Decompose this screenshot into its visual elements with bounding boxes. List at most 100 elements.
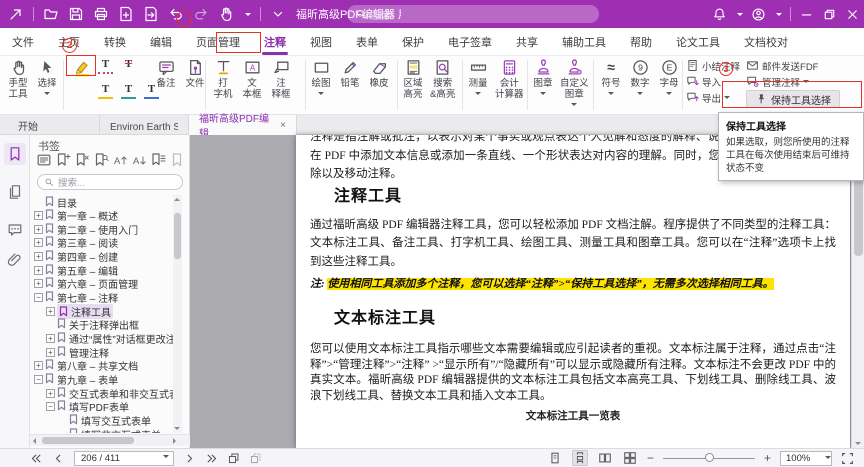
- email-fdf[interactable]: 邮件发送FDF: [746, 58, 840, 73]
- locate-bookmark-icon[interactable]: [93, 152, 109, 168]
- bookmark-item[interactable]: 填写非交互式表单: [58, 427, 161, 433]
- pages-panel-icon[interactable]: [4, 181, 26, 203]
- new-tab-icon[interactable]: [227, 452, 240, 465]
- expand-icon[interactable]: +: [34, 252, 43, 261]
- demote-bookmark-icon[interactable]: A: [131, 152, 147, 168]
- stamp-tool[interactable]: 图章: [529, 56, 557, 101]
- chevron-down-icon[interactable]: [666, 92, 672, 98]
- collapse-icon[interactable]: −: [34, 375, 43, 384]
- zoom-in-icon[interactable]: +: [764, 452, 771, 464]
- bookmark-item[interactable]: +第八章 – 共享文档: [34, 359, 138, 373]
- bookmark-item[interactable]: 目录: [34, 195, 77, 209]
- bookmark-item[interactable]: +第六章 – 页面管理: [34, 277, 138, 291]
- custom-stamp-tool[interactable]: 自定义图章: [558, 56, 591, 112]
- select-tool[interactable]: 选择: [33, 56, 61, 101]
- account-icon[interactable]: [751, 7, 766, 22]
- bookmark-item[interactable]: +管理注释: [46, 345, 109, 359]
- bookmarks-panel-icon[interactable]: [4, 143, 26, 165]
- delete-bookmark-icon[interactable]: [74, 152, 90, 168]
- textbox-tool[interactable]: A文本框: [238, 56, 266, 100]
- next-page-icon[interactable]: [183, 452, 196, 465]
- file-attachment-tool[interactable]: 文件: [181, 56, 209, 89]
- measure-tool[interactable]: 测量: [464, 56, 492, 101]
- squiggly-underline-tool[interactable]: T: [98, 58, 113, 74]
- snapshot-icon[interactable]: [249, 452, 262, 465]
- bookmark-item[interactable]: +第五章 – 编辑: [34, 263, 118, 277]
- bookmark-scrollbar-vertical[interactable]: [173, 195, 182, 433]
- chevron-down-icon[interactable]: [540, 92, 546, 98]
- callout-tool[interactable]: 注释框: [267, 56, 295, 100]
- chevron-down-icon[interactable]: [44, 92, 50, 98]
- first-page-icon[interactable]: [30, 452, 43, 465]
- typewriter-tool[interactable]: 打字机: [209, 56, 237, 100]
- chevron-down-icon[interactable]: [737, 13, 743, 19]
- collapse-icon[interactable]: −: [46, 402, 55, 411]
- attachments-panel-icon[interactable]: [4, 249, 26, 271]
- notifications-icon[interactable]: [712, 7, 727, 22]
- zoom-level-select[interactable]: 100%: [780, 451, 832, 466]
- expand-icon[interactable]: +: [46, 334, 55, 343]
- continuous-facing-view-icon[interactable]: [622, 450, 638, 466]
- toolbar-expand-icon[interactable]: [270, 6, 286, 22]
- redo-icon[interactable]: [193, 6, 209, 22]
- accounting-calculator-tool[interactable]: 会计计算器: [493, 56, 526, 100]
- active-tool-icon[interactable]: [218, 6, 234, 22]
- underline-tool[interactable]: T: [98, 83, 113, 99]
- bookmark-item[interactable]: +第一章 – 概述: [34, 209, 118, 223]
- facing-view-icon[interactable]: [597, 450, 613, 466]
- bookmark-search-input[interactable]: 搜索...: [37, 174, 183, 190]
- bookmark-item[interactable]: −第九章 – 表单: [34, 372, 118, 386]
- eraser-tool[interactable]: 橡皮: [365, 56, 393, 89]
- tab-form[interactable]: 表单: [344, 28, 390, 56]
- close-button[interactable]: [845, 7, 860, 22]
- expand-icon[interactable]: +: [34, 238, 43, 247]
- comments-panel-icon[interactable]: [4, 219, 26, 241]
- expand-icon[interactable]: +: [34, 225, 43, 234]
- previous-page-icon[interactable]: [52, 452, 65, 465]
- panel-menu-icon[interactable]: [36, 152, 52, 168]
- tab-accessibility[interactable]: 辅助工具: [550, 28, 618, 56]
- bookmark-item[interactable]: +第四章 – 创建: [34, 250, 118, 264]
- foxit-logo-icon[interactable]: [8, 6, 24, 22]
- tab-share[interactable]: 共享: [504, 28, 550, 56]
- bookmark-item[interactable]: 关于注释弹出框: [46, 318, 139, 332]
- chevron-down-icon[interactable]: [318, 92, 324, 98]
- expand-icon[interactable]: +: [34, 211, 43, 220]
- document-tab-active[interactable]: 福昕高级PDF编辑...×: [189, 115, 297, 135]
- area-highlight-tool[interactable]: 区域高亮: [399, 56, 427, 100]
- bookmark-item[interactable]: +第二章 – 使用入门: [34, 222, 138, 236]
- chevron-down-icon[interactable]: [245, 13, 251, 19]
- chevron-down-icon[interactable]: [776, 13, 782, 19]
- create-pdf-icon[interactable]: [143, 6, 159, 22]
- letter-tool[interactable]: E字母: [655, 56, 683, 101]
- page-number-input[interactable]: 206 / 411: [74, 451, 174, 466]
- minimize-button[interactable]: [799, 7, 814, 22]
- zoom-slider[interactable]: [663, 451, 755, 465]
- bookmark-item[interactable]: +注释工具: [46, 304, 113, 318]
- fullscreen-icon[interactable]: [841, 452, 854, 465]
- last-page-icon[interactable]: [205, 452, 218, 465]
- hand-tool[interactable]: 手型工具: [4, 56, 32, 100]
- bookmark-plain-icon[interactable]: [169, 152, 185, 168]
- expand-icon[interactable]: +: [46, 307, 55, 316]
- open-file-icon[interactable]: [43, 6, 59, 22]
- chevron-down-icon[interactable]: [475, 92, 481, 98]
- chevron-down-icon[interactable]: [571, 103, 577, 109]
- drawing-tool[interactable]: 绘图: [307, 56, 335, 101]
- titlebar-search-input[interactable]: 搜索: [347, 5, 599, 23]
- tab-protect[interactable]: 保护: [390, 28, 436, 56]
- document-scrollbar-vertical[interactable]: [851, 135, 864, 448]
- expand-icon[interactable]: +: [46, 389, 55, 398]
- tab-help[interactable]: 帮助: [618, 28, 664, 56]
- tab-edit[interactable]: 编辑: [138, 28, 184, 56]
- add-bookmark-icon[interactable]: [55, 152, 71, 168]
- expand-icon[interactable]: +: [34, 361, 43, 370]
- collapse-icon[interactable]: −: [34, 293, 43, 302]
- save-icon[interactable]: [68, 6, 84, 22]
- maximize-button[interactable]: [822, 7, 837, 22]
- pencil-tool[interactable]: 铅笔: [336, 56, 364, 89]
- chevron-down-icon[interactable]: [608, 92, 614, 98]
- tab-paper-tools[interactable]: 论文工具: [664, 28, 732, 56]
- tab-convert[interactable]: 转换: [92, 28, 138, 56]
- continuous-view-icon[interactable]: [572, 450, 588, 466]
